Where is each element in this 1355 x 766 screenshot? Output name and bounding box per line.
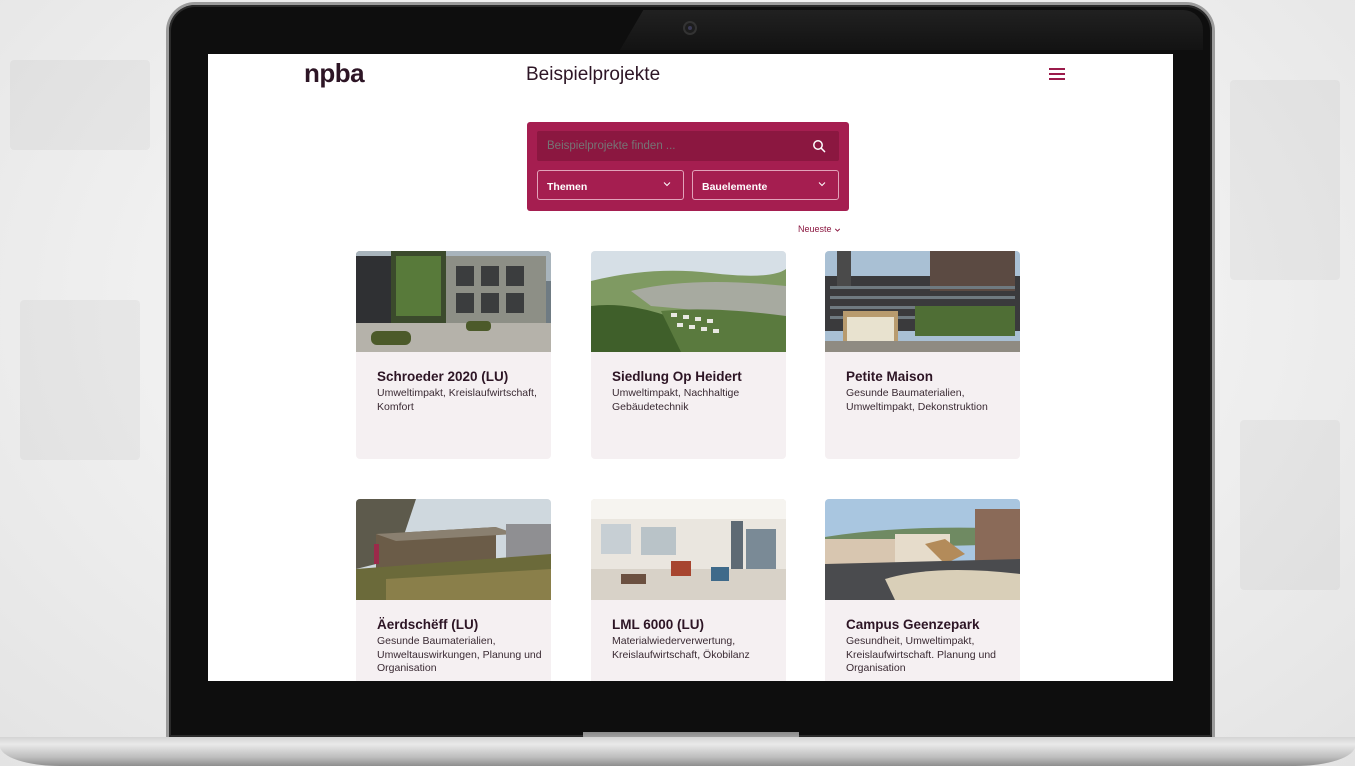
sort-dropdown[interactable]: Neueste: [798, 224, 841, 234]
project-card[interactable]: Schroeder 2020 (LU) Umweltimpakt, Kreisl…: [356, 251, 551, 459]
project-tags: Gesundheit, Umweltimpakt, Kreislaufwirts…: [846, 635, 996, 674]
project-card[interactable]: LML 6000 (LU) Materialwiederverwertung, …: [591, 499, 786, 681]
project-title: Siedlung Op Heidert: [612, 369, 742, 384]
browser-viewport: npba Beispielprojekte Themen Bauelemente…: [208, 54, 1173, 681]
project-image: [825, 499, 1020, 600]
project-card[interactable]: Äerdschëff (LU) Gesunde Baumaterialien, …: [356, 499, 551, 681]
lid-reflection: [620, 10, 1203, 50]
site-logo[interactable]: npba: [304, 58, 365, 89]
project-tags: Umweltimpakt, Kreislaufwirtschaft, Komfo…: [377, 387, 537, 413]
project-tags: Gesunde Baumaterialien, Umweltimpakt, De…: [846, 387, 988, 413]
project-card[interactable]: Campus Geenzepark Gesundheit, Umweltimpa…: [825, 499, 1020, 681]
project-card[interactable]: Siedlung Op Heidert Umweltimpakt, Nachha…: [591, 251, 786, 459]
project-title: LML 6000 (LU): [612, 617, 705, 632]
laptop-base: [0, 737, 1355, 766]
project-image: [591, 499, 786, 600]
project-title: Schroeder 2020 (LU): [377, 369, 509, 384]
webcam-icon: [685, 23, 695, 33]
bauelemente-label: Bauelemente: [702, 181, 768, 193]
page-title: Beispielprojekte: [526, 64, 661, 85]
project-title: Campus Geenzepark: [846, 617, 980, 632]
project-tags: Gesunde Baumaterialien, Umweltauswirkung…: [377, 635, 542, 674]
project-image: [356, 251, 551, 352]
project-tags: Umweltimpakt, Nachhaltige Gebäudetechnik: [612, 387, 740, 413]
search-icon[interactable]: [812, 139, 826, 153]
chevron-down-icon: [663, 182, 671, 187]
project-card[interactable]: Petite Maison Gesunde Baumaterialien, Um…: [825, 251, 1020, 459]
hamburger-menu-icon[interactable]: [1049, 68, 1065, 80]
project-title: Petite Maison: [846, 369, 934, 384]
search-input[interactable]: [537, 131, 839, 161]
chevron-down-icon: [834, 228, 841, 232]
themen-label: Themen: [547, 181, 588, 193]
chevron-down-icon: [818, 182, 826, 187]
project-image: [591, 251, 786, 352]
bauelemente-dropdown[interactable]: Bauelemente: [692, 170, 839, 200]
search-panel: Themen Bauelemente: [527, 122, 849, 211]
project-tags: Materialwiederverwertung, Kreislaufwirts…: [612, 635, 750, 661]
project-title: Äerdschëff (LU): [377, 617, 479, 632]
themen-dropdown[interactable]: Themen: [537, 170, 684, 200]
sort-label: Neueste: [798, 224, 832, 234]
project-image: [356, 499, 551, 600]
project-image: [825, 251, 1020, 352]
